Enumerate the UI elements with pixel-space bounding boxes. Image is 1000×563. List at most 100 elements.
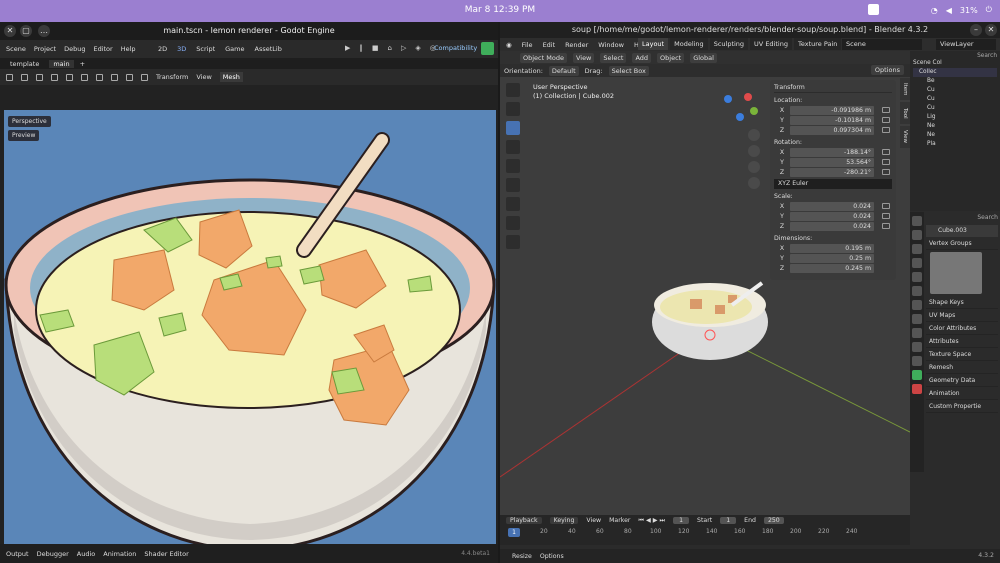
drag-select[interactable]: Select Box — [608, 65, 649, 76]
group-icon[interactable] — [96, 73, 103, 81]
workspace-script[interactable]: Script — [196, 45, 215, 53]
move-tool-icon[interactable] — [21, 73, 28, 81]
blender-3d-viewport[interactable]: User Perspective (1) Collection | Cube.0… — [500, 77, 910, 537]
data-tab-icon[interactable] — [912, 370, 922, 380]
workspace-3d[interactable]: 3D — [177, 45, 186, 53]
view-controls[interactable] — [748, 129, 760, 189]
object-menu[interactable]: Object — [657, 52, 685, 63]
remote-debug-icon[interactable]: ⌂ — [388, 44, 392, 52]
playback-menu[interactable]: Playback — [506, 517, 542, 524]
ruler-icon[interactable] — [111, 73, 118, 81]
lock-icon[interactable] — [81, 73, 88, 81]
minimize-icon[interactable]: – — [970, 24, 982, 36]
lock-icon[interactable] — [882, 159, 890, 165]
cursor-tool[interactable] — [506, 102, 520, 116]
menu-debug[interactable]: Debug — [64, 45, 85, 53]
options-menu[interactable]: Options — [870, 65, 904, 75]
scene-selector[interactable]: Scene — [842, 39, 922, 50]
orientation-select[interactable]: Default — [548, 65, 579, 76]
add-cube-tool[interactable] — [506, 235, 520, 249]
outliner-item[interactable]: Cu — [913, 95, 997, 104]
rotate-tool-icon[interactable] — [36, 73, 43, 81]
end-frame-field[interactable]: 250 — [763, 517, 784, 524]
current-frame-field[interactable]: 1 — [673, 517, 690, 524]
select-tool-icon[interactable] — [6, 73, 13, 81]
transform-tool[interactable] — [506, 178, 520, 192]
select-menu[interactable]: Select — [600, 52, 627, 63]
output-tab-icon[interactable] — [912, 244, 922, 254]
dimensions-x-field[interactable]: 0.195 m — [790, 243, 874, 253]
view-menu[interactable]: View — [572, 52, 595, 63]
clock[interactable]: Mar 8 12:39 PM — [0, 5, 1000, 15]
physics-tab-icon[interactable] — [912, 342, 922, 352]
material-tab-icon[interactable] — [912, 384, 922, 394]
play-icon[interactable]: ▶ — [345, 44, 350, 52]
tab-sculpting[interactable]: Sculpting — [709, 38, 749, 50]
bottom-debugger[interactable]: Debugger — [37, 550, 69, 558]
scene-tab-icon[interactable] — [912, 272, 922, 282]
menu-edit[interactable]: Edit — [543, 41, 556, 49]
menu-editor[interactable]: Editor — [93, 45, 112, 53]
vertex-groups-list[interactable] — [930, 252, 982, 294]
snap-icon[interactable] — [141, 73, 148, 81]
close-icon[interactable]: ✕ — [985, 24, 997, 36]
menu-file[interactable]: File — [522, 41, 533, 49]
section-attributes[interactable]: Attributes — [926, 335, 998, 348]
view-layer-tab-icon[interactable] — [912, 258, 922, 268]
world-tab-icon[interactable] — [912, 286, 922, 296]
start-frame-field[interactable]: 1 — [720, 517, 737, 524]
outliner-item[interactable]: Pla — [913, 140, 997, 149]
mode-select[interactable]: Object Mode — [520, 52, 567, 63]
dimensions-z-field[interactable]: 0.245 m — [790, 263, 874, 273]
outliner-item[interactable]: Ne — [913, 122, 997, 131]
perspective-menu[interactable]: Perspective — [8, 116, 51, 127]
sidebar-tab-tool[interactable]: Tool — [900, 102, 910, 124]
lock-icon[interactable] — [882, 149, 890, 155]
notification-icon[interactable] — [868, 4, 879, 15]
pause-icon[interactable]: ‖ — [359, 44, 363, 52]
play-scene-icon[interactable]: ▷ — [401, 44, 406, 52]
annotate-tool[interactable] — [506, 197, 520, 211]
scale-z-field[interactable]: 0.024 — [790, 221, 874, 231]
tool-tab-icon[interactable] — [912, 216, 922, 226]
tab-template[interactable]: template — [6, 60, 43, 68]
measure-tool[interactable] — [506, 216, 520, 230]
section-texture-space[interactable]: Texture Space — [926, 348, 998, 361]
section-color-attributes[interactable]: Color Attributes — [926, 322, 998, 335]
lock-icon[interactable] — [882, 203, 890, 209]
lock-icon[interactable] — [882, 213, 890, 219]
section-geometry-data[interactable]: Geometry Data — [926, 374, 998, 387]
collection-tab-icon[interactable] — [912, 300, 922, 310]
timeline-view-menu[interactable]: View — [586, 517, 601, 524]
marker-menu[interactable]: Marker — [609, 517, 630, 524]
scale-tool-icon[interactable] — [51, 73, 58, 81]
lock-icon[interactable] — [882, 107, 890, 113]
rotation-z-field[interactable]: -280.21° — [790, 167, 874, 177]
tab-modeling[interactable]: Modeling — [670, 38, 708, 50]
transform-orientation[interactable]: Global — [690, 52, 717, 63]
timeline-ruler[interactable]: 1 20 40 60 80 100 120 140 160 180 200 22… — [500, 526, 910, 538]
mesh-name-field[interactable]: Cube.003 — [926, 225, 998, 237]
tab-uv-editing[interactable]: UV Editing — [750, 38, 792, 50]
section-animation[interactable]: Animation — [926, 387, 998, 400]
bottom-animation[interactable]: Animation — [103, 550, 136, 558]
menu-window[interactable]: Window — [598, 41, 624, 49]
view-layer-selector[interactable]: ViewLayer — [936, 39, 996, 50]
outliner-item[interactable]: Cu — [913, 86, 997, 95]
menu-scene[interactable]: Scene — [6, 45, 26, 53]
lock-icon[interactable] — [882, 117, 890, 123]
render-tab-icon[interactable] — [912, 230, 922, 240]
scale-tool[interactable] — [506, 159, 520, 173]
menu-help[interactable]: Help — [121, 45, 136, 53]
section-custom-properties[interactable]: Custom Propertie — [926, 400, 998, 413]
menu-render[interactable]: Render — [565, 41, 588, 49]
bottom-audio[interactable]: Audio — [77, 550, 95, 558]
renderer-select[interactable]: Compatibility — [434, 44, 477, 52]
workspace-2d[interactable]: 2D — [158, 45, 167, 53]
constraints-tab-icon[interactable] — [912, 356, 922, 366]
location-y-field[interactable]: -0.10184 m — [790, 115, 874, 125]
section-uv-maps[interactable]: UV Maps — [926, 309, 998, 322]
rotation-mode-select[interactable]: XYZ Euler — [774, 179, 892, 189]
bottom-output[interactable]: Output — [6, 550, 29, 558]
toolbar-view[interactable]: View — [196, 73, 211, 81]
